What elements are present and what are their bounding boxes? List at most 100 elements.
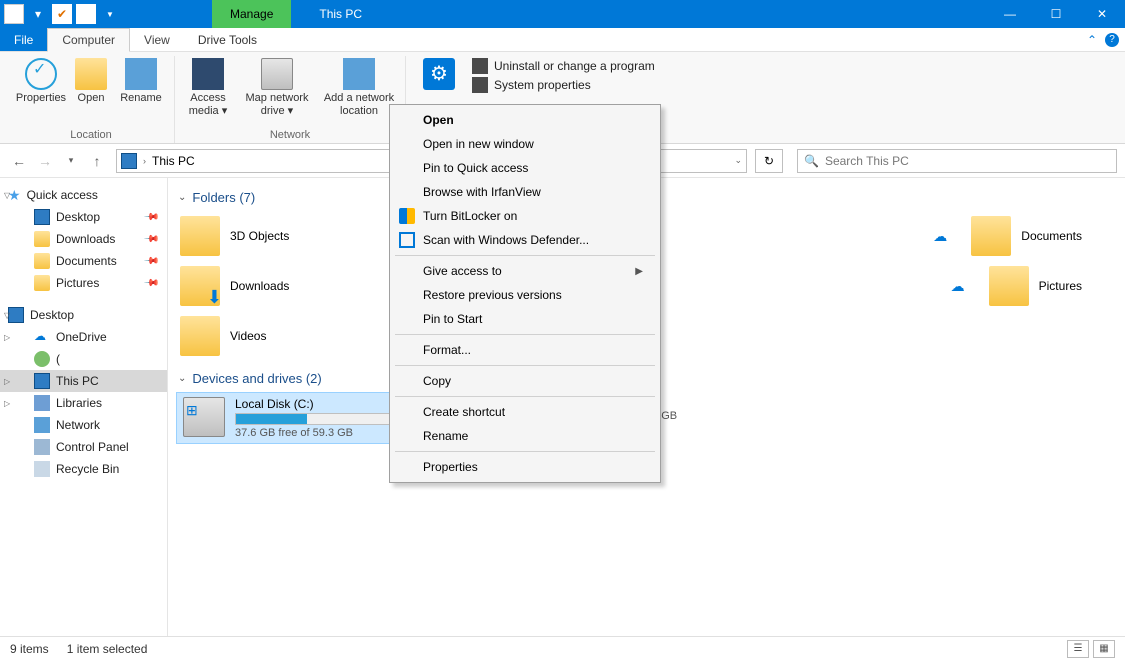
qat-icon-1[interactable] [4, 4, 24, 24]
refresh-button[interactable]: ↻ [755, 149, 783, 173]
ctx-browse-irfanview[interactable]: Browse with IrfanView [393, 180, 657, 204]
system-properties-button[interactable]: System properties [472, 77, 655, 93]
sidebar-user[interactable]: ( [0, 348, 167, 370]
ribbon-collapse-icon[interactable]: ⌃ [1087, 33, 1097, 47]
back-button[interactable]: ← [8, 150, 30, 172]
onedrive-icon: ☁ [34, 329, 50, 345]
ctx-pin-quick-access[interactable]: Pin to Quick access [393, 156, 657, 180]
system-props-icon [472, 77, 488, 93]
uninstall-icon [472, 58, 488, 74]
sidebar-control-panel[interactable]: Control Panel [0, 436, 167, 458]
pin-icon: 📌 [142, 275, 159, 292]
recycle-bin-icon [34, 461, 50, 477]
libraries-icon [34, 395, 50, 411]
ctx-pin-start-label: Pin to Start [423, 312, 482, 326]
forward-button[interactable]: → [34, 150, 56, 172]
pin-icon: 📌 [142, 209, 159, 226]
minimize-button[interactable]: — [987, 0, 1033, 28]
sidebar-desktop-section[interactable]: ▽Desktop [0, 304, 167, 326]
close-button[interactable]: ✕ [1079, 0, 1125, 28]
folder-label: Pictures [1039, 279, 1082, 293]
shield-icon [399, 208, 415, 224]
settings-button[interactable]: ⚙ [412, 56, 466, 94]
ctx-separator [395, 396, 655, 397]
this-pc-icon [34, 373, 50, 389]
qat-check-icon[interactable]: ✔ [52, 4, 72, 24]
cloud-status-icon: ☁ [931, 228, 949, 245]
folder-label: Documents [1021, 229, 1082, 243]
sidebar-desktop[interactable]: Desktop📌 [0, 206, 167, 228]
sidebar-onedrive-label: OneDrive [56, 330, 107, 344]
ctx-restore-previous[interactable]: Restore previous versions [393, 283, 657, 307]
ctx-windows-defender[interactable]: Scan with Windows Defender... [393, 228, 657, 252]
maximize-button[interactable]: ☐ [1033, 0, 1079, 28]
drive-free-space: 37.6 GB free of 59.3 GB [235, 427, 395, 439]
ctx-give-access-to[interactable]: Give access to▶ [393, 259, 657, 283]
sidebar-recycle-bin[interactable]: Recycle Bin [0, 458, 167, 480]
ctx-format-label: Format... [423, 343, 471, 357]
open-label: Open [78, 92, 105, 105]
add-location-label: Add a network location [319, 92, 399, 118]
ctx-properties[interactable]: Properties [393, 455, 657, 479]
defender-icon [399, 232, 415, 248]
properties-button[interactable]: Properties [14, 56, 68, 107]
sidebar-network[interactable]: Network [0, 414, 167, 436]
tab-view[interactable]: View [130, 28, 184, 51]
address-chevron-icon[interactable]: › [143, 156, 146, 166]
properties-label: Properties [16, 92, 66, 105]
sidebar-recycle-bin-label: Recycle Bin [56, 462, 119, 476]
rename-label: Rename [120, 92, 162, 105]
ctx-rename[interactable]: Rename [393, 424, 657, 448]
ctx-bitlocker[interactable]: Turn BitLocker on [393, 204, 657, 228]
ctx-bitlocker-label: Turn BitLocker on [423, 209, 517, 223]
ctx-format[interactable]: Format... [393, 338, 657, 362]
qat-icon-2[interactable]: ▾ [28, 4, 48, 24]
quick-access-label: Quick access [27, 188, 98, 202]
sidebar-pictures[interactable]: Pictures📌 [0, 272, 167, 294]
folder-label: 3D Objects [230, 229, 289, 243]
ctx-create-shortcut[interactable]: Create shortcut [393, 400, 657, 424]
sidebar-onedrive[interactable]: ▷☁OneDrive [0, 326, 167, 348]
details-view-button[interactable]: ☰ [1067, 640, 1089, 658]
ctx-open[interactable]: Open [393, 108, 657, 132]
context-menu: Open Open in new window Pin to Quick acc… [389, 104, 661, 483]
qat-dropdown-icon[interactable]: ▼ [100, 4, 120, 24]
map-network-drive-button[interactable]: Map network drive ▾ [237, 56, 317, 120]
sidebar-quick-access[interactable]: ▽★Quick access [0, 184, 167, 206]
folder-documents[interactable]: ☁ Documents [786, 211, 1086, 261]
up-button[interactable]: ↑ [86, 150, 108, 172]
desktop-icon [8, 307, 24, 323]
ctx-open-new-window[interactable]: Open in new window [393, 132, 657, 156]
tab-drive-tools[interactable]: Drive Tools [184, 28, 271, 51]
file-tab[interactable]: File [0, 28, 47, 51]
tiles-view-button[interactable]: ▦ [1093, 640, 1115, 658]
open-button[interactable]: Open [70, 56, 112, 107]
tab-computer[interactable]: Computer [47, 28, 130, 52]
sidebar-documents[interactable]: Documents📌 [0, 250, 167, 272]
ctx-pin-to-start[interactable]: Pin to Start [393, 307, 657, 331]
add-network-location-button[interactable]: Add a network location [319, 56, 399, 120]
folder-icon [971, 216, 1011, 256]
address-dropdown-icon[interactable]: ⌄ [734, 155, 742, 166]
rename-button[interactable]: Rename [114, 56, 168, 107]
pictures-icon [34, 275, 50, 291]
quick-access-toolbar: ▾ ✔ ▼ [0, 0, 124, 28]
sidebar-control-panel-label: Control Panel [56, 440, 129, 454]
folder-pictures[interactable]: ☁Pictures [786, 261, 1086, 311]
control-panel-icon [34, 439, 50, 455]
access-media-label: Access media ▾ [181, 92, 235, 118]
sidebar-this-pc[interactable]: ▷This PC [0, 370, 167, 392]
sidebar-libraries[interactable]: ▷Libraries [0, 392, 167, 414]
folder-icon [180, 216, 220, 256]
search-input[interactable]: 🔍 Search This PC [797, 149, 1117, 173]
help-icon[interactable]: ? [1105, 33, 1119, 47]
sidebar-user-label: ( [56, 352, 60, 366]
contextual-tab-label[interactable]: Manage [212, 0, 291, 28]
sidebar-downloads[interactable]: Downloads📌 [0, 228, 167, 250]
ctx-copy[interactable]: Copy [393, 369, 657, 393]
uninstall-program-button[interactable]: Uninstall or change a program [472, 58, 655, 74]
recent-locations-button[interactable]: ▾ [60, 150, 82, 172]
qat-icon-3[interactable] [76, 4, 96, 24]
access-media-button[interactable]: Access media ▾ [181, 56, 235, 120]
address-location: This PC [152, 154, 195, 168]
